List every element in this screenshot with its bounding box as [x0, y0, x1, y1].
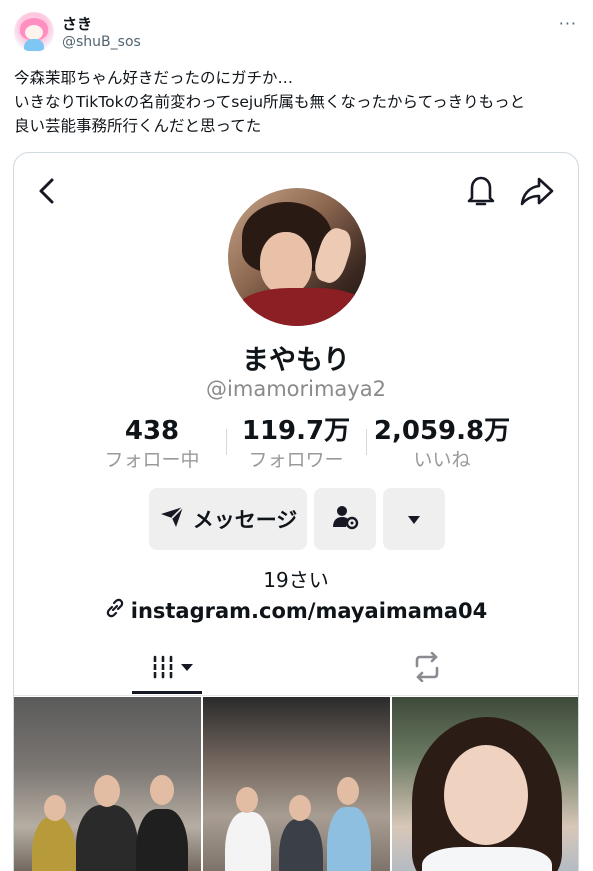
tweet-text-line: 良い芸能事務所行くんだと思ってた [14, 117, 262, 135]
profile-username: @imamorimaya2 [206, 377, 386, 401]
profile-bio: 19さい [263, 568, 329, 592]
stat-label: フォロー中 [104, 449, 200, 471]
stat-label: フォロワー [248, 449, 344, 471]
tweet-text-line: 今森茉耶ちゃん好きだったのにガチか… [14, 69, 294, 87]
profile-link[interactable]: instagram.com/mayaimama04 [14, 598, 578, 623]
stat-value: 119.7万 [241, 416, 351, 446]
tab-videos[interactable] [132, 649, 220, 689]
active-tab-indicator [132, 691, 202, 694]
video-thumbnail[interactable] [14, 697, 201, 871]
stat-label: いいね [413, 449, 471, 471]
stat-value: 2,059.8万 [373, 416, 511, 446]
user-avatar[interactable] [14, 12, 54, 52]
bell-icon[interactable] [464, 173, 498, 213]
stat-likes[interactable]: 2,059.8万 いいね [372, 415, 512, 473]
profile-link-text: instagram.com/mayaimama04 [130, 598, 488, 623]
stat-followers[interactable]: 119.7万 フォロワー [236, 415, 356, 473]
more-dropdown-button[interactable] [383, 488, 445, 550]
profile-avatar[interactable] [228, 188, 366, 326]
stat-value: 438 [124, 416, 180, 446]
stat-divider [226, 429, 227, 455]
user-handle[interactable]: @shuB_sos [62, 34, 141, 50]
tweet-media-image[interactable]: まやもり @imamorimaya2 438 フォロー中 119.7万 フォロワ… [13, 152, 579, 871]
paper-plane-icon [159, 505, 185, 534]
tab-reposts[interactable] [402, 649, 452, 689]
stat-divider [366, 429, 367, 455]
tweet-text: 今森茉耶ちゃん好きだったのにガチか… いきなりTikTokの名前変わってseju… [14, 66, 584, 138]
message-button[interactable]: メッセージ [149, 488, 307, 550]
message-button-label: メッセージ [192, 508, 298, 532]
video-thumbnail[interactable] [392, 697, 578, 871]
chevron-left-icon[interactable] [36, 177, 58, 209]
tweet-header: さき @shuB_sos ··· [14, 10, 579, 56]
grid-bars-icon [151, 654, 201, 684]
user-settings-icon [331, 504, 359, 534]
link-chain-icon [105, 598, 125, 623]
stat-following[interactable]: 438 フォロー中 [92, 415, 212, 473]
repost-icon [411, 651, 443, 686]
add-user-button[interactable] [314, 488, 376, 550]
profile-name: まやもり [242, 345, 350, 376]
video-thumbnail[interactable] [203, 697, 390, 871]
triangle-down-icon [407, 510, 421, 529]
tab-divider [14, 695, 578, 696]
more-options-icon[interactable]: ··· [559, 14, 577, 33]
tweet-text-line: いきなりTikTokの名前変わってseju所属も無くなったからてっきりもっと [14, 93, 526, 111]
share-arrow-icon[interactable] [519, 173, 555, 213]
display-name[interactable]: さき [62, 13, 92, 34]
